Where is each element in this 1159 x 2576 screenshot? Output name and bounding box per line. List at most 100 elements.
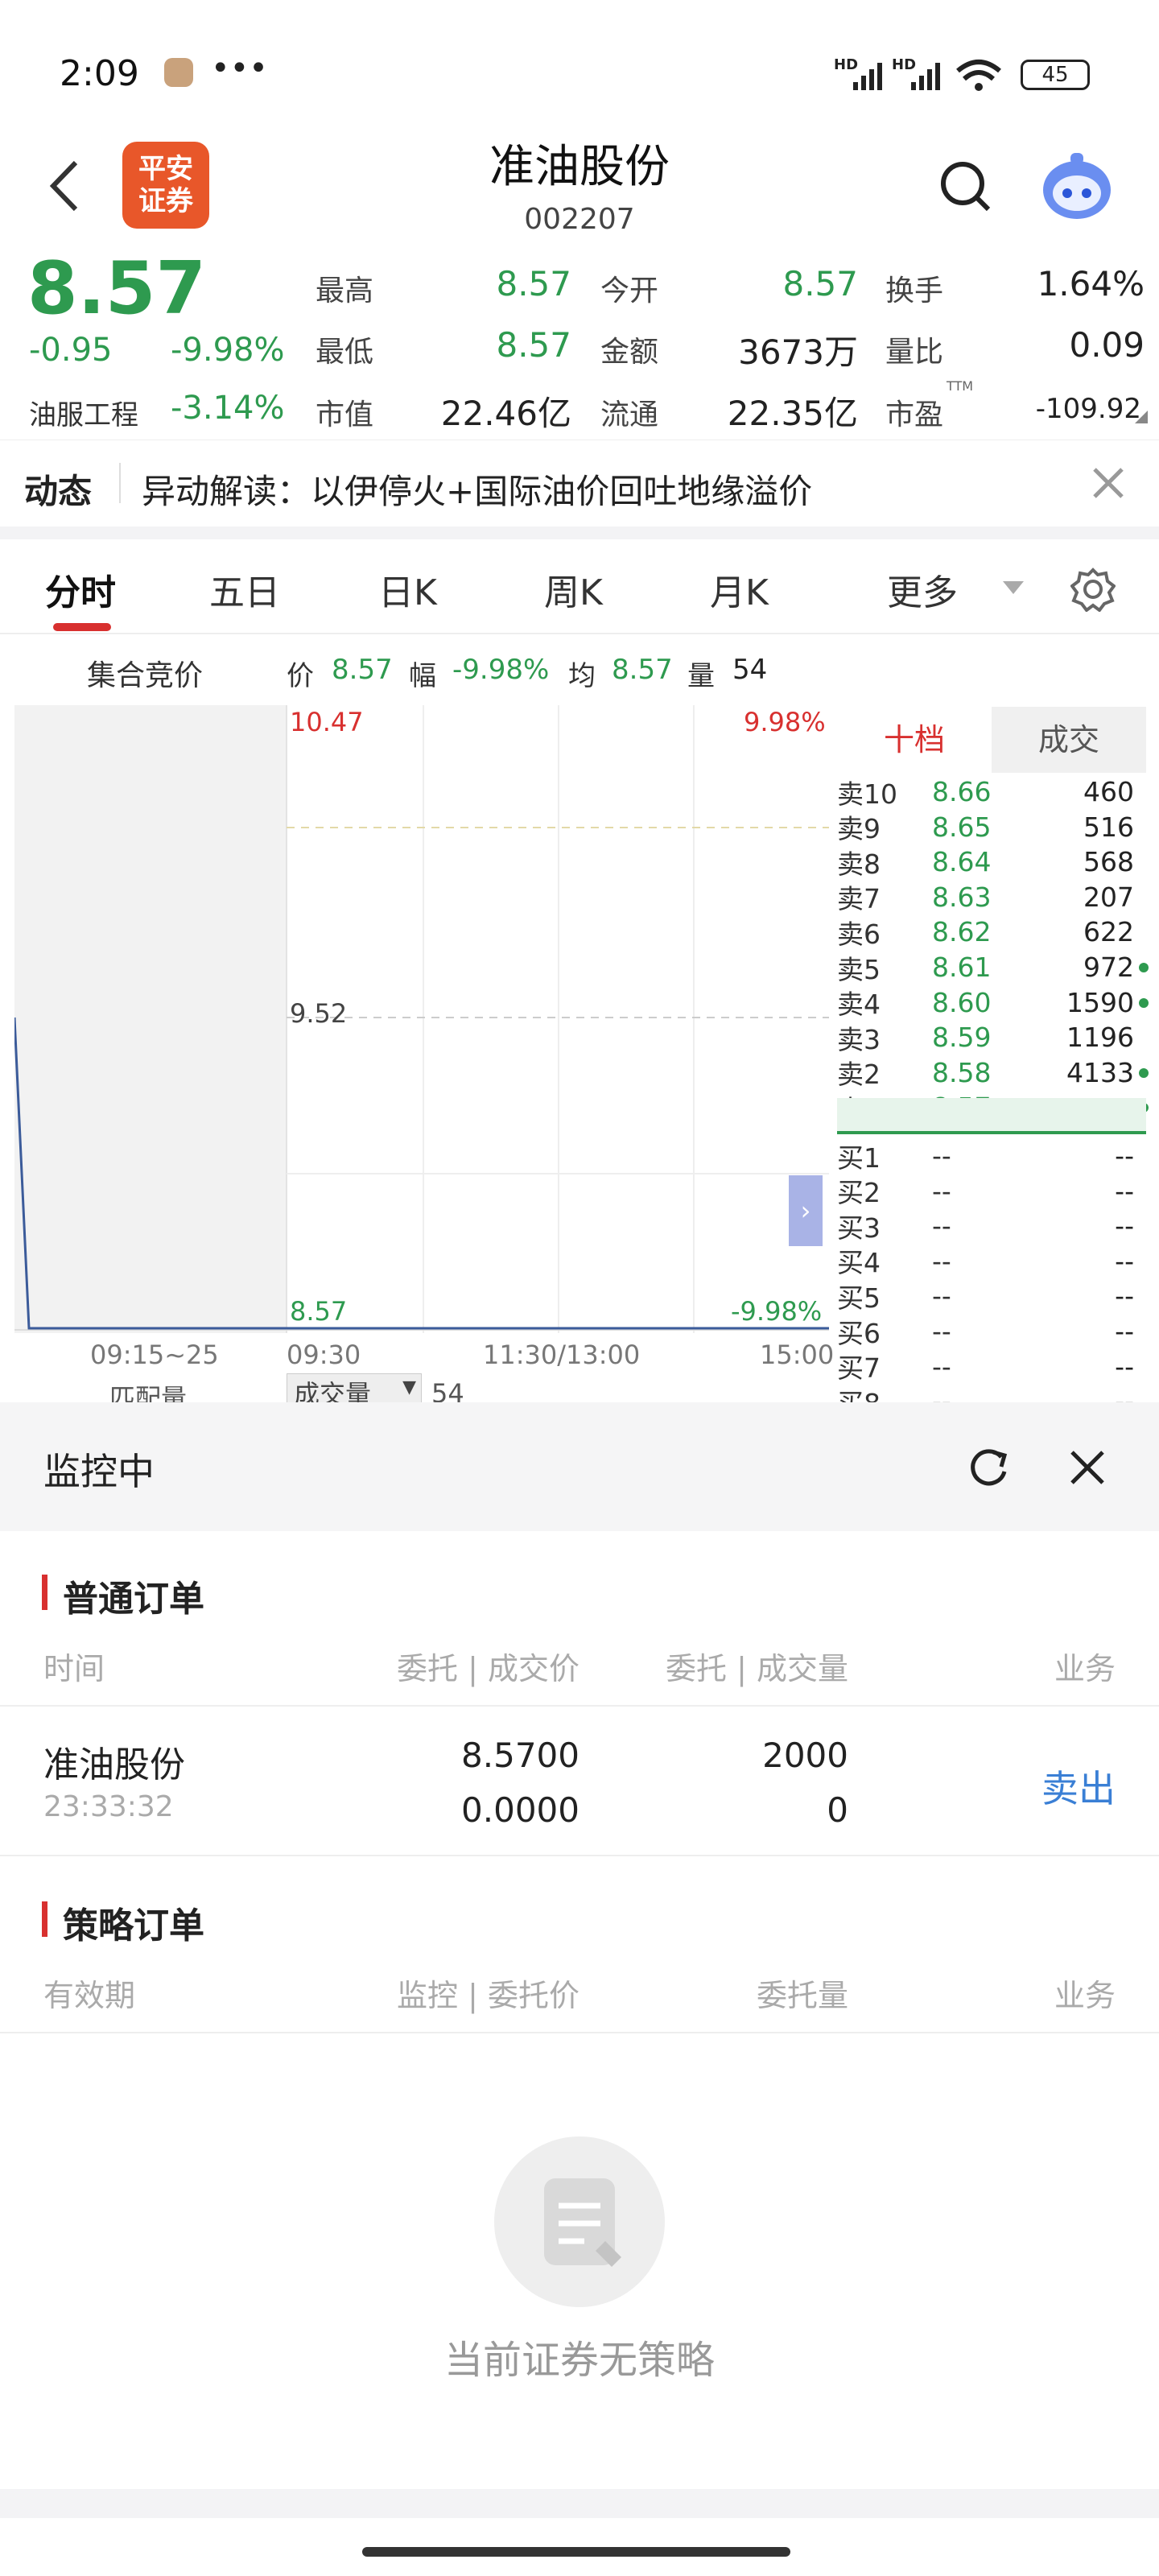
tab-daily[interactable]: 日K [378, 564, 437, 615]
range-key: 幅 [409, 660, 436, 692]
col-business: 业务 [1054, 1978, 1116, 2013]
sell-price: 8.60 [932, 986, 992, 1018]
tab-trades[interactable]: 成交 [992, 707, 1146, 773]
y-axis-mid: 9.52 [290, 998, 348, 1029]
chart-vol: 54 [732, 654, 768, 686]
order-time: 23:33:32 [43, 1790, 174, 1823]
status-time: 2:09 [60, 53, 139, 94]
bottom-gap [0, 2489, 1159, 2518]
sell-row[interactable]: 卖2 8.58 4133 [837, 1055, 1149, 1091]
tab-five-day[interactable]: 五日 [209, 564, 280, 615]
col-monitor-price: 监控 | 委托价 [397, 1978, 580, 2013]
buy-price: -- [932, 1210, 951, 1242]
col-price: 委托 | 成交价 [397, 1651, 580, 1686]
sell-price: 8.63 [932, 881, 992, 913]
sell-row[interactable]: 卖5 8.61 972 [837, 950, 1149, 985]
vol-ratio-value: 0.09 [1069, 325, 1145, 365]
sell-row[interactable]: 卖9 8.65 516 [837, 810, 1147, 845]
buy-volume: -- [1115, 1210, 1134, 1242]
sell-row[interactable]: 卖6 8.62 622 [837, 914, 1147, 950]
refresh-icon[interactable] [966, 1444, 1013, 1491]
sell-price: 8.64 [932, 846, 992, 878]
sell-volume: 1196 [1066, 1022, 1134, 1054]
buy-row[interactable]: 买2 -- -- [837, 1174, 1147, 1209]
more-notifications-icon: ••• [211, 50, 268, 87]
buy-row[interactable]: 买3 -- -- [837, 1208, 1147, 1244]
sell-volume: 460 [1083, 776, 1134, 807]
intraday-chart[interactable]: 10.47 9.98% 9.52 8.57 -9.98% › [13, 705, 829, 1333]
tab-ten-levels[interactable]: 十档 [837, 707, 992, 773]
corner-arrow-icon [1135, 411, 1148, 423]
normal-orders-title: 普通订单 [63, 1579, 204, 1620]
sector-change-pct: -3.14% [171, 390, 285, 427]
wifi-icon [956, 60, 1001, 91]
buy-row[interactable]: 买7 -- -- [837, 1349, 1147, 1385]
battery-level: 45 [1041, 63, 1069, 87]
auction-label: 集合竞价 [87, 659, 204, 692]
tab-intraday[interactable]: 分时 [45, 564, 116, 615]
close-icon[interactable] [1067, 1447, 1107, 1488]
sell-level: 卖7 [837, 883, 881, 915]
price-change: -0.95 [29, 332, 113, 369]
sell-price: 8.62 [932, 916, 992, 948]
broker-logo: 平安 证券 [122, 142, 209, 229]
tab-weekly[interactable]: 周K [544, 564, 603, 615]
order-deal-qty: 0 [827, 1790, 848, 1830]
mcap-value: 22.46亿 [440, 394, 571, 433]
buy-price: -- [932, 1140, 951, 1171]
sell-volume: 207 [1083, 881, 1134, 913]
pe-ttm-sup: TTM [947, 378, 974, 394]
ai-assistant-icon[interactable] [1038, 148, 1116, 225]
volume-change-dot [1139, 997, 1149, 1008]
chart-avg: 8.57 [612, 654, 673, 686]
close-icon[interactable] [1090, 464, 1127, 502]
back-icon[interactable] [47, 158, 84, 214]
sell-row[interactable]: 卖3 8.59 1196 [837, 1020, 1147, 1055]
turnover-label: 换手 [885, 275, 944, 308]
sell-price: 8.66 [932, 776, 992, 807]
buy-level: 买4 [837, 1247, 881, 1279]
section-marker [42, 1901, 47, 1937]
buy-volume: -- [1115, 1140, 1134, 1171]
stock-code: 002207 [524, 203, 635, 236]
buy-row[interactable]: 买6 -- -- [837, 1314, 1147, 1349]
tab-more[interactable]: 更多 [887, 564, 958, 615]
chart-tabs: 分时 五日 日K 周K 月K 更多 [0, 539, 1159, 634]
news-divider [119, 463, 121, 503]
last-price: 8.57 [27, 246, 207, 331]
status-bar: 2:09 ••• HD HD 45 [0, 0, 1159, 145]
order-action-sell[interactable]: 卖出 [998, 1760, 1116, 1813]
buy-price: -- [932, 1315, 951, 1347]
order-deal-price: 0.0000 [461, 1790, 580, 1830]
monitor-title: 监控中 [43, 1450, 155, 1493]
sell-row[interactable]: 卖7 8.63 207 [837, 880, 1147, 915]
sell-level: 卖10 [837, 778, 897, 810]
sell-row[interactable]: 卖4 8.60 1590 [837, 985, 1149, 1020]
sell-level: 卖2 [837, 1059, 881, 1091]
amount-label: 金额 [600, 336, 659, 369]
buy-row[interactable]: 买1 -- -- [837, 1138, 1147, 1174]
sell-price: 8.61 [932, 952, 992, 983]
expand-panel-button[interactable]: › [789, 1175, 823, 1246]
volume-selector[interactable]: 成交量 ▼ [287, 1373, 422, 1410]
buy-row[interactable]: 买5 -- -- [837, 1278, 1147, 1314]
y-axis-bottom: 8.57 [290, 1296, 348, 1327]
app-notification-icon [164, 58, 193, 87]
search-icon[interactable] [938, 159, 995, 216]
sell-row[interactable]: 卖10 8.66 460 [837, 774, 1147, 810]
pct-axis-top: 9.98% [744, 707, 826, 737]
sell-volume: 972 [1083, 952, 1134, 983]
tab-monthly[interactable]: 月K [710, 564, 769, 615]
order-row[interactable]: 准油股份 23:33:32 8.5700 0.0000 2000 0 卖出 [0, 1707, 1159, 1855]
gear-icon[interactable] [1070, 567, 1116, 612]
news-text[interactable]: 异动解读：以伊停火+国际油价回吐地缘溢价 [142, 464, 812, 514]
buy-row[interactable]: 买4 -- -- [837, 1244, 1147, 1279]
pe-value: -109.92 [1035, 393, 1141, 425]
news-bar[interactable]: 动态 异动解读：以伊停火+国际油价回吐地缘溢价 [0, 440, 1159, 526]
sell-row[interactable]: 卖8 8.64 568 [837, 844, 1147, 880]
sector-name[interactable]: 油服工程 [29, 393, 138, 432]
order-qty: 2000 [762, 1736, 848, 1775]
home-indicator[interactable] [362, 2547, 790, 2557]
buy-price: -- [932, 1350, 951, 1382]
chevron-down-icon[interactable] [1001, 580, 1025, 596]
